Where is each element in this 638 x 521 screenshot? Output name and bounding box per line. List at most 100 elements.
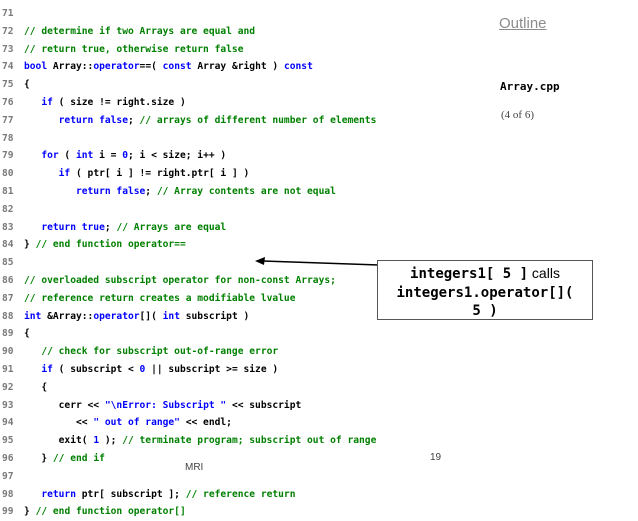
code-keyword: if	[41, 363, 53, 375]
code-text: }	[24, 452, 53, 464]
code-keyword: operator	[93, 310, 140, 322]
code-keyword: if	[58, 168, 71, 180]
code-line: 75 {	[0, 76, 490, 94]
code-text: exit(	[24, 435, 94, 447]
file-name: Array.cpp	[500, 80, 560, 93]
code-text: Array::	[47, 61, 94, 73]
code-line: 97	[0, 468, 490, 486]
line-number: 79	[2, 150, 14, 162]
page-indicator: (4 of 6)	[501, 109, 534, 121]
code-comment: // terminate program; subscript out of r…	[122, 435, 377, 447]
code-line: 99} // end function operator[]	[0, 503, 490, 521]
line-number: 81	[2, 185, 14, 197]
code-comment: // arrays of different number of element…	[139, 114, 377, 126]
code-line: 90 // check for subscript out-of-range e…	[0, 343, 490, 361]
line-number: 71	[2, 8, 14, 19]
code-keyword: int	[24, 310, 42, 322]
code-keyword: if	[41, 96, 53, 108]
code-comment: // end function operator[]	[35, 506, 186, 518]
line-number: 77	[2, 114, 14, 126]
code-text: {	[24, 79, 30, 91]
code-text: << subscript	[226, 399, 302, 411]
callout-box: integers1[ 5 ] calls integers1.operator[…	[377, 260, 593, 320]
code-text: subscript )	[179, 310, 250, 322]
code-text: }	[24, 239, 36, 251]
line-number: 75	[2, 79, 14, 91]
code-keyword: int	[162, 310, 180, 322]
callout-arrow	[255, 257, 380, 266]
line-number: 78	[2, 132, 14, 144]
code-line: 78	[0, 130, 490, 148]
line-number: 94	[2, 417, 14, 429]
line-number: 88	[2, 310, 14, 322]
code-keyword: for	[41, 150, 59, 162]
code-keyword: bool	[24, 61, 48, 73]
code-line: 72 // determine if two Arrays are equal a…	[0, 23, 490, 41]
code-text: cerr <<	[24, 399, 105, 411]
code-text: ;	[104, 221, 117, 233]
code-line: 89 {	[0, 325, 490, 343]
line-number: 97	[2, 470, 14, 482]
code-text: <<	[24, 417, 94, 429]
code-text: ( subscript <	[52, 363, 140, 375]
line-number: 80	[2, 168, 14, 180]
code-keyword: return false	[58, 114, 128, 126]
callout-code-3: 5 )	[472, 303, 498, 319]
code-line: 92 {	[0, 379, 490, 397]
line-number: 89	[2, 328, 14, 340]
code-text: ;	[145, 185, 157, 197]
code-line: 73 // return true, otherwise return false	[0, 41, 490, 59]
slide: 71 72 // determine if two Arrays are equal…	[0, 0, 638, 517]
code-text: ptr[ subscript ];	[75, 488, 186, 500]
code-comment: // end function operator==	[35, 239, 186, 251]
code-text: {	[24, 381, 48, 393]
line-number: 95	[2, 435, 14, 447]
line-number: 84	[2, 239, 14, 251]
code-line: 76 if ( size != right.size )	[0, 94, 490, 112]
code-comment: // reference return	[185, 488, 296, 500]
code-text: << endl;	[179, 417, 232, 429]
code-line: 79 for ( int i = 0; i < size; i++ )	[0, 147, 490, 165]
code-comment: // overloaded subscript operator for non…	[24, 274, 336, 286]
code-text: || subscript >= size )	[145, 363, 279, 375]
code-line: 71	[0, 5, 490, 23]
code-text: {	[24, 328, 30, 340]
code-comment: // return true, otherwise return false	[24, 43, 244, 55]
line-number: 92	[2, 381, 14, 393]
code-line: 98 return ptr[ subscript ]; // reference…	[0, 486, 490, 504]
code-line: 96 } // end if	[0, 450, 490, 468]
code-string: "\nError: Subscript "	[104, 399, 227, 411]
code-keyword: const	[283, 61, 313, 73]
line-number: 76	[2, 96, 14, 108]
code-line: 91 if ( subscript < 0 || subscript >= si…	[0, 361, 490, 379]
code-comment: // end if	[52, 452, 105, 464]
outline-title[interactable]: Outline	[499, 15, 547, 32]
code-text: (	[58, 150, 76, 162]
code-line: 93 cerr << "\nError: Subscript " << subs…	[0, 397, 490, 415]
line-number: 74	[2, 61, 14, 73]
callout-code-2: integers1.operator[](	[396, 285, 574, 301]
code-line: 94 << " out of range" << endl;	[0, 414, 490, 432]
code-text: }	[24, 506, 36, 518]
code-line: 82	[0, 201, 490, 219]
line-number: 98	[2, 488, 14, 500]
code-keyword: operator	[93, 61, 140, 73]
code-line: 84} // end function operator==	[0, 236, 490, 254]
code-line: 81 return false; // Array contents are n…	[0, 183, 490, 201]
footer-text: MRI	[185, 462, 204, 473]
code-text: ( size != right.size )	[52, 96, 186, 108]
line-number: 87	[2, 292, 14, 304]
code-comment: // Array contents are not equal	[156, 185, 336, 197]
code-text: ; i < size; i++ )	[127, 150, 227, 162]
line-number: 93	[2, 399, 14, 411]
code-comment: // reference return creates a modifiable…	[24, 292, 296, 304]
line-number: 82	[2, 203, 14, 215]
line-number: 85	[2, 257, 14, 269]
